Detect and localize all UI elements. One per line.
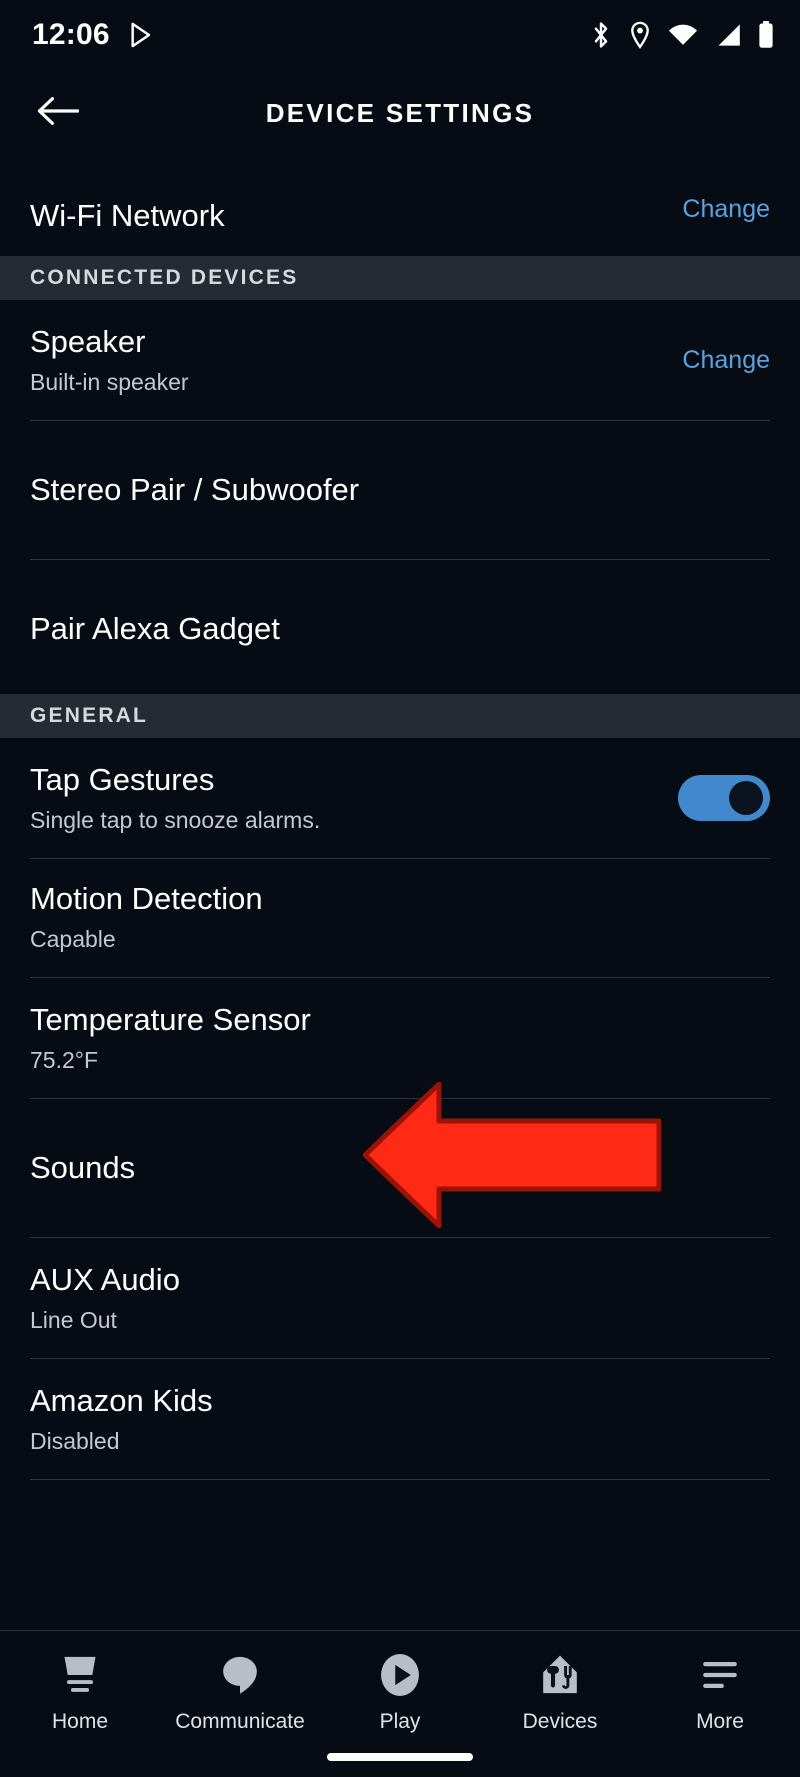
nav-label: Devices [522, 1710, 598, 1733]
list-item-title: Temperature Sensor [30, 1002, 311, 1037]
play-circle-icon [377, 1649, 423, 1701]
row-text-block: Motion Detection Capable [30, 879, 770, 955]
list-item-title: Sounds [30, 1150, 136, 1185]
bluetooth-icon [590, 21, 612, 49]
nav-label: Home [51, 1710, 109, 1733]
nav-item-play[interactable]: Play [320, 1649, 480, 1734]
status-bar-system-icons [590, 21, 774, 49]
status-bar: 12:06 [0, 0, 800, 70]
section-header-label: CONNECTED DEVICES [30, 266, 299, 289]
wifi-icon [668, 22, 698, 48]
status-bar-clock: 12:06 [32, 18, 110, 51]
nav-item-more[interactable]: More [640, 1649, 800, 1734]
page-title: DEVICE SETTINGS [265, 97, 535, 128]
nav-item-communicate[interactable]: Communicate [160, 1649, 320, 1734]
row-text-block: Temperature Sensor 75.2°F [30, 1000, 770, 1076]
list-item-title: Motion Detection [30, 881, 263, 916]
list-item-subtitle: Built-in speaker [30, 369, 189, 395]
list-item-subtitle: 75.2°F [30, 1047, 99, 1073]
section-header-label: GENERAL [30, 704, 149, 727]
list-item-title: Speaker [30, 324, 146, 359]
list-item-subtitle: Capable [30, 926, 116, 952]
list-item-aux-audio[interactable]: AUX Audio Line Out [0, 1260, 800, 1336]
toggle-knob [729, 781, 763, 815]
list-item-amazon-kids[interactable]: Amazon Kids Disabled [0, 1381, 800, 1457]
list-item-temperature-sensor[interactable]: Temperature Sensor 75.2°F [0, 1000, 800, 1076]
row-text-block: Pair Alexa Gadget [30, 609, 770, 649]
nav-item-home[interactable]: Home [0, 1649, 160, 1734]
more-lines-icon [698, 1649, 742, 1701]
list-item-title: Stereo Pair / Subwoofer [30, 472, 360, 507]
list-item-title: Wi-Fi Network [30, 198, 225, 226]
list-item-pair-alexa-gadget[interactable]: Pair Alexa Gadget [0, 594, 800, 664]
row-text-block: Tap Gestures Single tap to snooze alarms… [30, 760, 678, 836]
change-link-speaker[interactable]: Change [664, 346, 770, 375]
nav-label: More [696, 1710, 744, 1733]
list-item-tap-gestures[interactable]: Tap Gestures Single tap to snooze alarms… [0, 760, 800, 836]
list-item-subtitle: Line Out [30, 1307, 117, 1333]
location-icon [629, 21, 651, 49]
home-icon [58, 1649, 102, 1701]
list-item-speaker[interactable]: Speaker Built-in speaker Change [0, 322, 800, 398]
list-item-wifi-network[interactable]: Wi-Fi Network Change [0, 156, 800, 226]
back-arrow-icon [37, 94, 80, 133]
list-item-motion-detection[interactable]: Motion Detection Capable [0, 879, 800, 955]
row-text-block: Amazon Kids Disabled [30, 1381, 770, 1457]
list-divider [30, 1479, 770, 1480]
list-item-sounds[interactable]: Sounds [0, 1133, 800, 1203]
row-text-block: Wi-Fi Network [30, 186, 664, 226]
list-item-title: Pair Alexa Gadget [30, 611, 280, 646]
row-text-block: Sounds [30, 1148, 770, 1188]
cellular-signal-icon [715, 22, 741, 48]
row-text-block: Speaker Built-in speaker [30, 322, 664, 398]
change-link-wifi[interactable]: Change [664, 195, 770, 224]
section-header-connected-devices: CONNECTED DEVICES [0, 256, 800, 300]
list-item-title: Amazon Kids [30, 1383, 213, 1418]
list-item-title: AUX Audio [30, 1262, 180, 1297]
list-item-subtitle: Single tap to snooze alarms. [30, 807, 321, 833]
list-item-subtitle: Disabled [30, 1428, 120, 1454]
devices-house-icon [538, 1649, 582, 1701]
device-settings-screen: 12:06 DEVICE SETTINGS Wi-Fi Network Chan… [0, 0, 800, 1777]
bottom-navigation-bar: Home Communicate Play Devices More [0, 1630, 800, 1777]
row-text-block: AUX Audio Line Out [30, 1260, 770, 1336]
battery-icon [758, 21, 774, 49]
list-item-title: Tap Gestures [30, 762, 215, 797]
status-bar-notification-icons [128, 21, 156, 49]
settings-list[interactable]: Wi-Fi Network Change CONNECTED DEVICES S… [0, 156, 800, 1630]
play-store-icon [128, 21, 156, 49]
nav-label: Communicate [175, 1710, 305, 1733]
list-item-stereo-pair-subwoofer[interactable]: Stereo Pair / Subwoofer [0, 455, 800, 525]
app-bar: DEVICE SETTINGS [0, 70, 800, 156]
tap-gestures-toggle[interactable] [678, 775, 770, 821]
speech-bubble-icon [218, 1649, 262, 1701]
nav-label: Play [379, 1710, 421, 1733]
row-text-block: Stereo Pair / Subwoofer [30, 470, 770, 510]
home-gesture-indicator[interactable] [327, 1753, 473, 1761]
section-header-general: GENERAL [0, 694, 800, 738]
nav-item-devices[interactable]: Devices [480, 1649, 640, 1734]
back-button[interactable] [28, 83, 88, 143]
